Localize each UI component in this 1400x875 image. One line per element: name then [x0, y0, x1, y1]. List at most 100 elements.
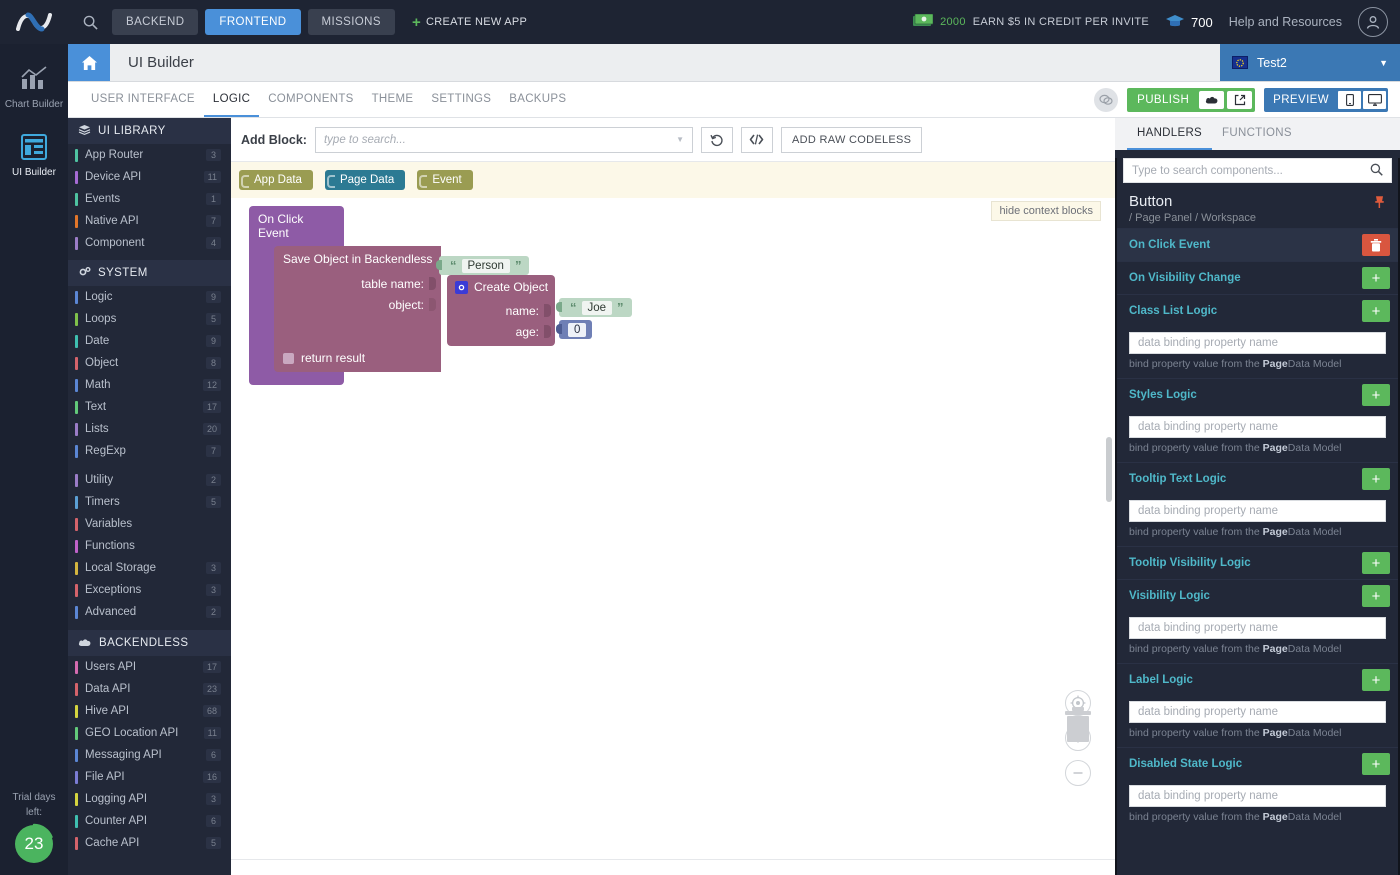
library-item-logging-api[interactable]: Logging API3	[68, 788, 231, 810]
library-item-cache-api[interactable]: Cache API5	[68, 832, 231, 854]
points-button[interactable]: 700	[1165, 14, 1213, 31]
handler-row-on-click-event[interactable]: On Click Event	[1117, 228, 1398, 261]
tab-components[interactable]: COMPONENTS	[259, 82, 362, 117]
help-and-resources-link[interactable]: Help and Resources	[1229, 15, 1342, 29]
library-item-regexp[interactable]: RegExp7	[68, 440, 231, 462]
library-item-utility[interactable]: Utility2	[68, 469, 231, 491]
on-click-event-block[interactable]: On Click Event Save Object in Backendles…	[249, 206, 344, 385]
top-tab-missions[interactable]: MISSIONS	[308, 9, 395, 35]
tab-functions[interactable]: FUNCTIONS	[1212, 118, 1302, 150]
handler-row-tooltip-text-logic[interactable]: Tooltip Text Logic +	[1117, 462, 1398, 495]
add-handler-button[interactable]: +	[1362, 753, 1390, 775]
mobile-preview-icon[interactable]	[1338, 91, 1361, 109]
library-item-lists[interactable]: Lists20	[68, 418, 231, 440]
library-item-device-api[interactable]: Device API11	[68, 166, 231, 188]
library-item-messaging-api[interactable]: Messaging API6	[68, 744, 231, 766]
handler-row-visibility-logic[interactable]: Visibility Logic +	[1117, 579, 1398, 612]
library-item-events[interactable]: Events1	[68, 188, 231, 210]
add-handler-button[interactable]: +	[1362, 552, 1390, 574]
search-icon[interactable]	[68, 15, 112, 30]
rail-item-ui-builder[interactable]: UI Builder	[0, 124, 68, 186]
logic-block-group[interactable]: On Click Event Save Object in Backendles…	[249, 206, 344, 385]
handler-row-label-logic[interactable]: Label Logic +	[1117, 663, 1398, 696]
handler-label[interactable]: Disabled State Logic	[1129, 758, 1242, 770]
library-item-functions[interactable]: Functions	[68, 535, 231, 557]
library-item-native-api[interactable]: Native API7	[68, 210, 231, 232]
library-item-math[interactable]: Math12	[68, 374, 231, 396]
add-block-search-input[interactable]: type to search... ▼	[315, 127, 693, 153]
library-item-component[interactable]: Component4	[68, 232, 231, 254]
desktop-preview-icon[interactable]	[1363, 91, 1386, 109]
delete-handler-button[interactable]	[1362, 234, 1390, 256]
tab-logic[interactable]: LOGIC	[204, 82, 259, 117]
add-handler-button[interactable]: +	[1362, 669, 1390, 691]
tab-settings[interactable]: SETTINGS	[422, 82, 500, 117]
trash-icon[interactable]	[1062, 707, 1094, 746]
create-object-block[interactable]: Create Object name: age:	[447, 275, 555, 346]
name-socket[interactable]	[544, 304, 551, 317]
handler-label[interactable]: Styles Logic	[1129, 389, 1197, 401]
tab-backups[interactable]: BACKUPS	[500, 82, 575, 117]
search-icon[interactable]	[1370, 163, 1383, 179]
chat-icon[interactable]	[1094, 88, 1118, 112]
object-socket[interactable]	[429, 298, 436, 311]
handler-row-disabled-state-logic[interactable]: Disabled State Logic +	[1117, 747, 1398, 780]
gear-icon[interactable]	[455, 281, 468, 294]
library-item-app-router[interactable]: App Router3	[68, 144, 231, 166]
top-tab-backend[interactable]: BACKEND	[112, 9, 198, 35]
tab-user-interface[interactable]: USER INTERFACE	[82, 82, 204, 117]
earn-credit-button[interactable]: 2000 EARN $5 IN CREDIT PER INVITE	[913, 14, 1149, 30]
user-avatar-button[interactable]	[1358, 7, 1388, 37]
tab-theme[interactable]: THEME	[363, 82, 423, 117]
library-item-text[interactable]: Text17	[68, 396, 231, 418]
library-item-logic[interactable]: Logic9	[68, 286, 231, 308]
context-chip-page-data[interactable]: Page Data	[325, 170, 405, 190]
handler-label[interactable]: Visibility Logic	[1129, 590, 1210, 602]
library-item-date[interactable]: Date9	[68, 330, 231, 352]
library-item-counter-api[interactable]: Counter API6	[68, 810, 231, 832]
handler-row-class-list-logic[interactable]: Class List Logic +	[1117, 294, 1398, 327]
zoom-out-icon[interactable]	[1065, 760, 1091, 786]
add-handler-button[interactable]: +	[1362, 300, 1390, 322]
handler-row-on-visibility-change[interactable]: On Visibility Change +	[1117, 261, 1398, 294]
library-item-geo-location-api[interactable]: GEO Location API11	[68, 722, 231, 744]
add-handler-button[interactable]: +	[1362, 585, 1390, 607]
class-list-binding-input[interactable]: data binding property name	[1129, 332, 1386, 354]
home-icon[interactable]	[68, 44, 110, 81]
add-raw-codeless-button[interactable]: ADD RAW CODELESS	[781, 127, 922, 153]
tab-handlers[interactable]: HANDLERS	[1127, 118, 1212, 150]
library-item-loops[interactable]: Loops5	[68, 308, 231, 330]
handler-row-styles-logic[interactable]: Styles Logic +	[1117, 378, 1398, 411]
backendless-logo[interactable]	[0, 0, 68, 44]
handler-row-tooltip-visibility-logic[interactable]: Tooltip Visibility Logic +	[1117, 546, 1398, 579]
library-item-file-api[interactable]: File API16	[68, 766, 231, 788]
age-value-block[interactable]: 0	[559, 320, 592, 339]
return-result-row[interactable]: return result	[274, 351, 441, 368]
library-item-timers[interactable]: Timers5	[68, 491, 231, 513]
return-result-toggle[interactable]	[283, 353, 294, 364]
library-item-advanced[interactable]: Advanced2	[68, 601, 231, 623]
history-icon[interactable]	[701, 127, 733, 153]
top-tab-frontend[interactable]: FRONTEND	[205, 9, 300, 35]
name-value-block[interactable]: “ Joe ”	[559, 298, 632, 317]
handler-label[interactable]: Class List Logic	[1129, 305, 1217, 317]
age-socket[interactable]	[544, 325, 551, 338]
add-handler-button[interactable]: +	[1362, 468, 1390, 490]
pin-icon[interactable]	[1374, 195, 1386, 212]
canvas-vertical-scrollbar[interactable]	[1106, 437, 1112, 502]
visibility-binding-input[interactable]: data binding property name	[1129, 617, 1386, 639]
library-item-data-api[interactable]: Data API23	[68, 678, 231, 700]
add-handler-button[interactable]: +	[1362, 267, 1390, 289]
library-item-hive-api[interactable]: Hive API68	[68, 700, 231, 722]
add-handler-button[interactable]: +	[1362, 384, 1390, 406]
handler-label[interactable]: On Click Event	[1129, 239, 1210, 251]
rail-item-chart-builder[interactable]: Chart Builder	[0, 56, 68, 118]
styles-binding-input[interactable]: data binding property name	[1129, 416, 1386, 438]
tooltip-text-binding-input[interactable]: data binding property name	[1129, 500, 1386, 522]
library-item-exceptions[interactable]: Exceptions3	[68, 579, 231, 601]
age-value[interactable]: 0	[568, 323, 586, 337]
publish-button[interactable]: PUBLISH	[1127, 88, 1255, 112]
table-name-value[interactable]: Person	[462, 259, 510, 273]
save-object-block[interactable]: Save Object in Backendless table name: o…	[274, 246, 441, 372]
project-selector[interactable]: Test2 ▼	[1220, 44, 1400, 81]
